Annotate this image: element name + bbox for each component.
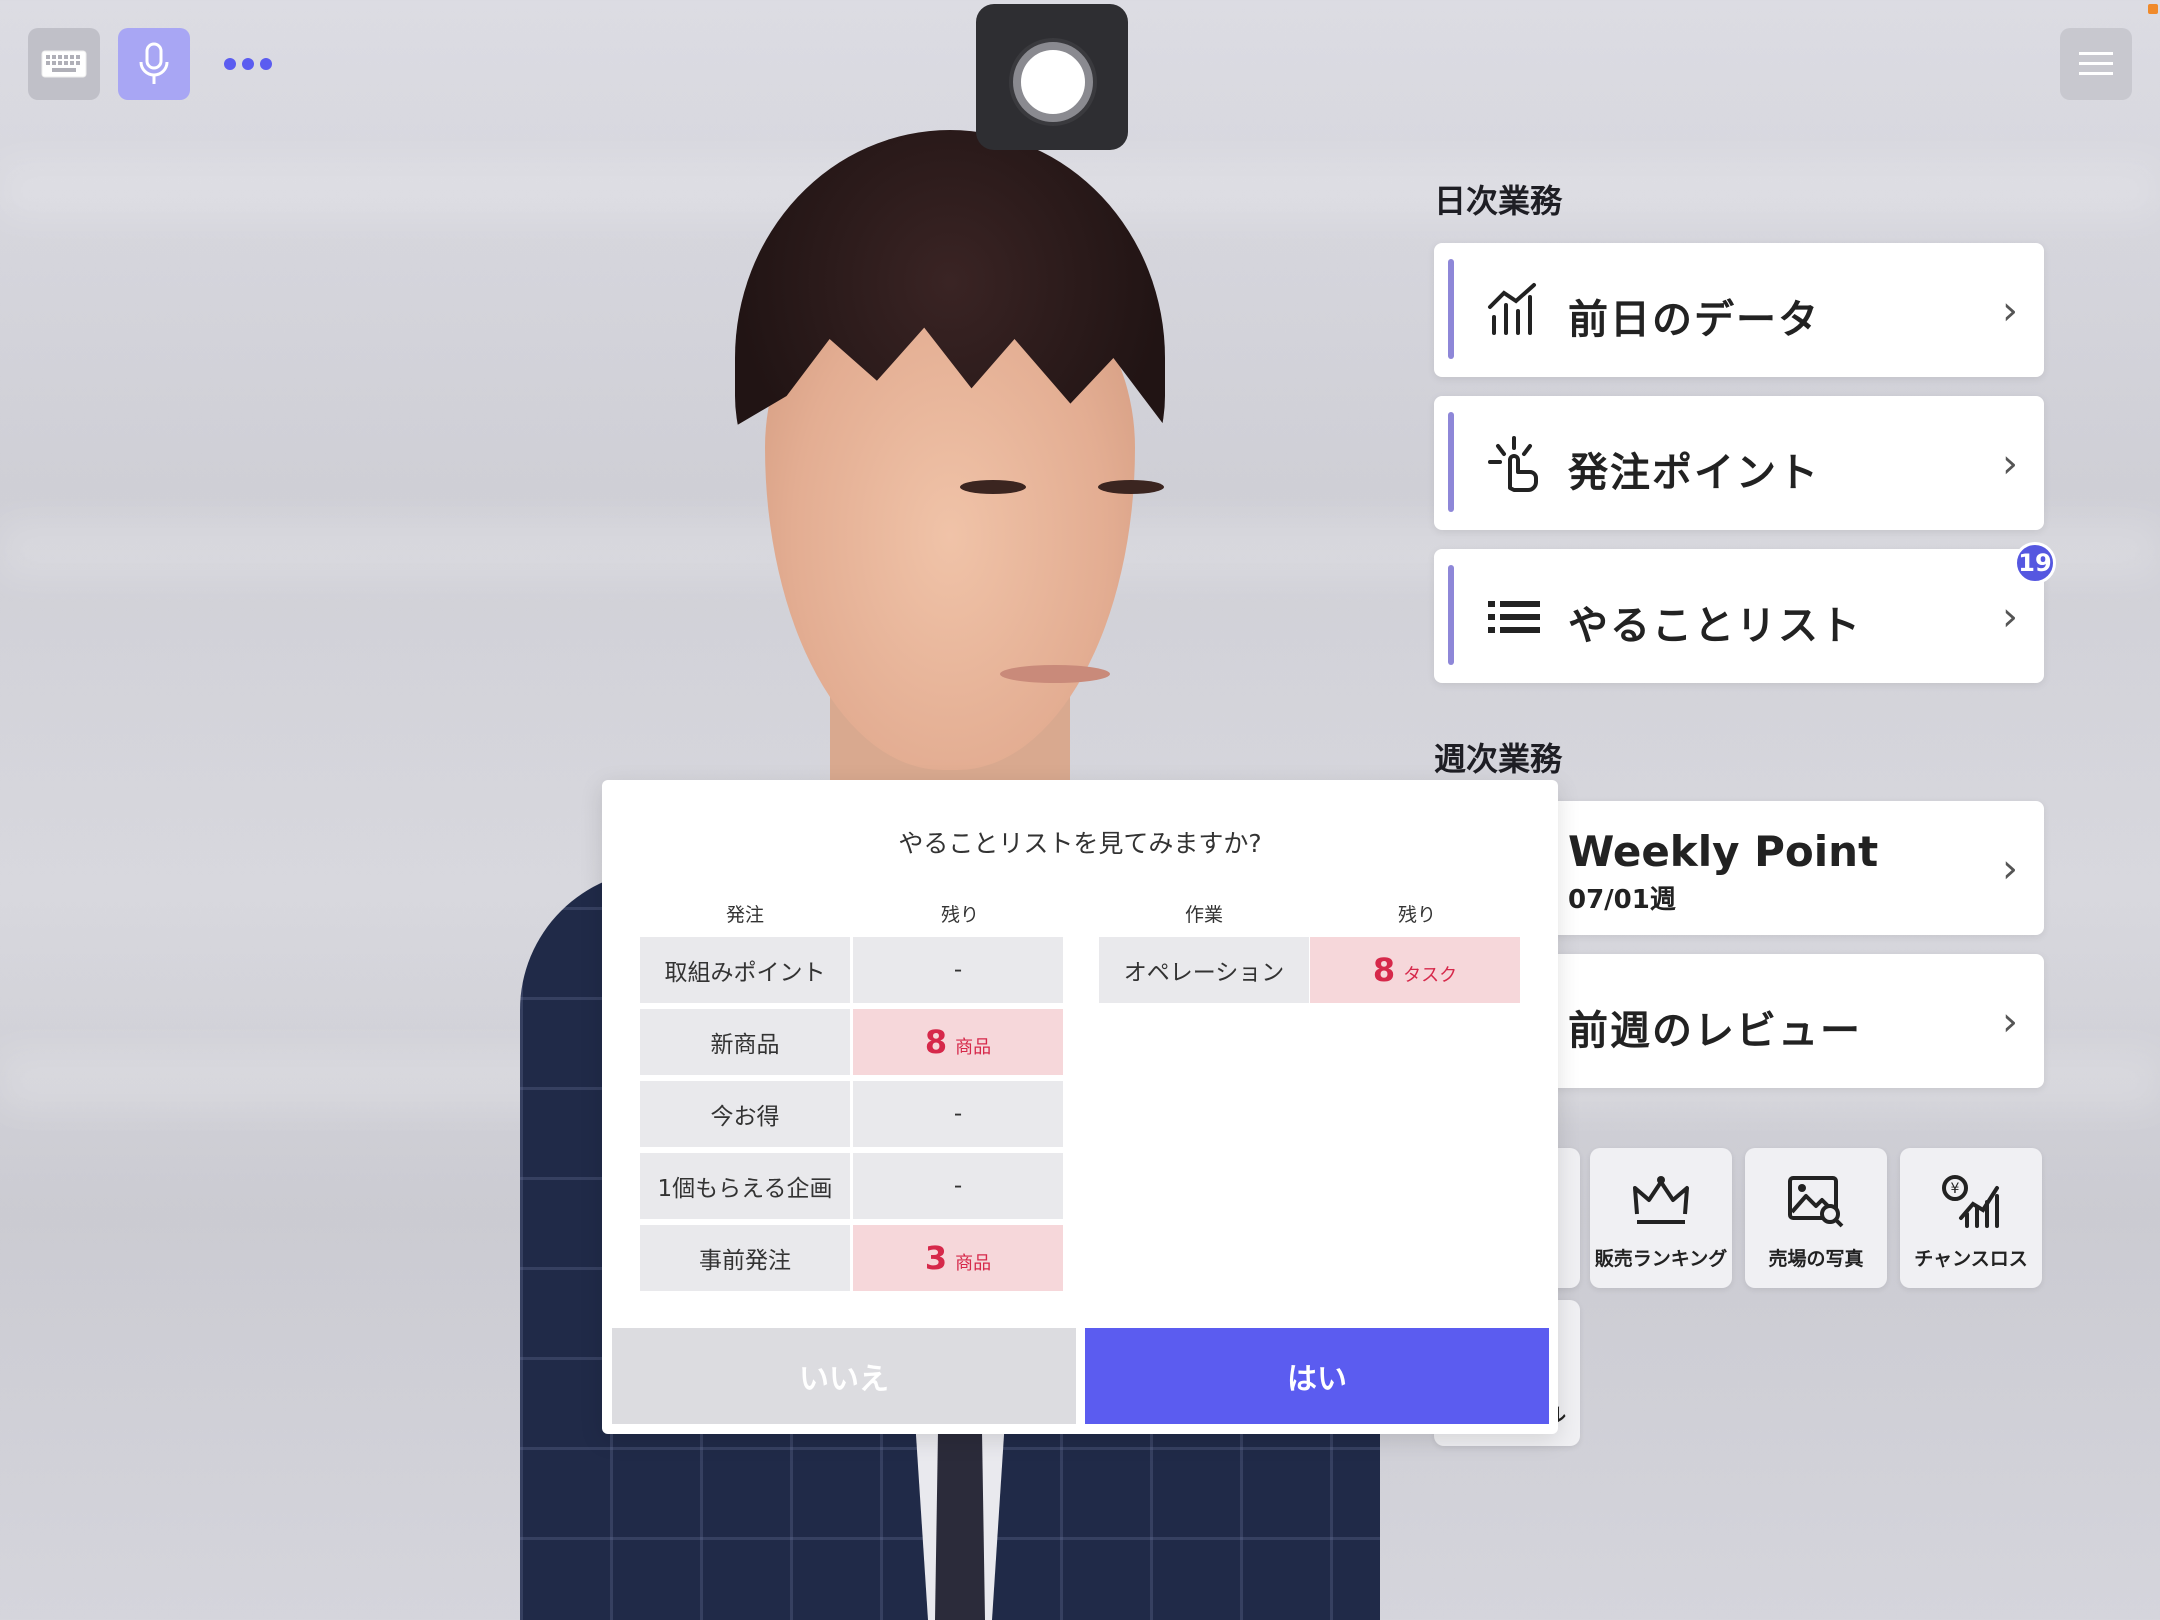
svg-text:¥: ¥ — [1951, 1181, 1960, 1197]
chevron-right-icon: › — [2002, 999, 2018, 1045]
yes-button[interactable]: はい — [1085, 1328, 1549, 1424]
tile-chance-loss[interactable]: ¥ チャンスロス — [1900, 1148, 2042, 1288]
hamburger-menu-icon — [2079, 52, 2113, 75]
row-label: 取組みポイント — [640, 937, 850, 1003]
chevron-right-icon: › — [2002, 594, 2018, 640]
card-accent — [1448, 412, 1454, 512]
remain-header-right: 残り — [1397, 904, 1436, 926]
daily-item-previous-day-data[interactable]: 前日のデータ › — [1434, 243, 2044, 377]
list-icon — [1488, 601, 1540, 633]
card-label: やることリスト — [1568, 603, 1862, 649]
keyboard-button[interactable] — [28, 28, 100, 100]
card-label: 前日のデータ — [1568, 297, 1820, 343]
row-value: - — [853, 1153, 1063, 1219]
daily-item-todo-list[interactable]: やることリスト › — [1434, 549, 2044, 683]
more-dots-icon — [224, 58, 272, 70]
avatar-eye — [1098, 480, 1164, 494]
order-row-get-one-campaign[interactable]: 1個もらえる企画 - — [640, 1153, 1063, 1219]
no-button[interactable]: いいえ — [612, 1328, 1076, 1424]
chevron-right-icon: › — [2002, 288, 2018, 334]
tile-sales-ranking[interactable]: 販売ランキング — [1590, 1148, 1732, 1288]
todo-confirm-dialog: やることリストを見てみますか? 発注 残り 作業 残り 取組みポイント - 新商… — [602, 780, 1558, 1434]
row-label: 1個もらえる企画 — [640, 1153, 850, 1219]
daily-item-order-point[interactable]: 発注ポイント › — [1434, 396, 2044, 530]
order-row-now-deal[interactable]: 今お得 - — [640, 1081, 1063, 1147]
value-unit: 商品 — [955, 1253, 992, 1274]
keyboard-icon — [41, 50, 87, 78]
camera-lens-icon — [1013, 42, 1093, 122]
avatar-mouth — [1000, 665, 1110, 683]
camera-button[interactable] — [976, 4, 1128, 150]
more-options-button[interactable] — [208, 28, 288, 100]
chevron-right-icon: › — [2002, 846, 2018, 892]
daily-section-title: 日次業務 — [1434, 182, 1563, 220]
todo-count-badge: 19 — [2014, 542, 2056, 584]
row-value: - — [853, 1081, 1063, 1147]
status-indicator — [2148, 4, 2158, 14]
card-label: 前週のレビュー — [1568, 1008, 1862, 1054]
value-number: 8 — [1372, 951, 1396, 989]
card-accent — [1448, 565, 1454, 665]
hand-point-icon — [1488, 436, 1538, 492]
work-row-operation[interactable]: オペレーション 8 タスク — [1099, 937, 1520, 1003]
order-header: 発注 — [725, 904, 764, 926]
row-label: 事前発注 — [640, 1225, 850, 1291]
row-value: 8 商品 — [853, 1009, 1063, 1075]
bar-chart-icon — [1488, 283, 1536, 335]
row-label: 今お得 — [640, 1081, 850, 1147]
card-label: Weekly Point — [1568, 827, 1879, 876]
remain-header-left: 残り — [940, 904, 979, 926]
order-row-initiative-point[interactable]: 取組みポイント - — [640, 937, 1063, 1003]
dialog-question: やることリストを見てみますか? — [898, 829, 1262, 858]
chevron-right-icon: › — [2002, 441, 2018, 487]
row-value: 3 商品 — [853, 1225, 1063, 1291]
order-row-new-products[interactable]: 新商品 8 商品 — [640, 1009, 1063, 1075]
microphone-button[interactable] — [118, 28, 190, 100]
order-row-pre-order[interactable]: 事前発注 3 商品 — [640, 1225, 1063, 1291]
row-label: オペレーション — [1099, 937, 1309, 1003]
value-number: 3 — [924, 1239, 948, 1277]
value-number: 8 — [924, 1023, 948, 1061]
card-accent — [1448, 259, 1454, 359]
value-unit: タスク — [1403, 965, 1458, 986]
value-unit: 商品 — [955, 1037, 992, 1058]
crown-icon — [1633, 1176, 1689, 1224]
row-label: 新商品 — [640, 1009, 850, 1075]
row-value: - — [853, 937, 1063, 1003]
tile-label: 販売ランキング — [1594, 1248, 1728, 1270]
work-header: 作業 — [1184, 904, 1223, 926]
menu-button[interactable] — [2060, 28, 2132, 100]
photo-search-icon — [1788, 1176, 1844, 1228]
tile-sales-floor-photos[interactable]: 売場の写真 — [1745, 1148, 1887, 1288]
card-label: 発注ポイント — [1568, 450, 1820, 496]
avatar-eye — [960, 480, 1026, 494]
microphone-icon — [139, 42, 169, 84]
card-sublabel: 07/01週 — [1568, 885, 1676, 915]
weekly-section-title: 週次業務 — [1434, 740, 1563, 778]
row-value: 8 タスク — [1310, 937, 1520, 1003]
tile-label: チャンスロス — [1914, 1248, 2028, 1270]
yen-chart-icon: ¥ — [1942, 1175, 1999, 1228]
tile-label: 売場の写真 — [1768, 1248, 1864, 1270]
